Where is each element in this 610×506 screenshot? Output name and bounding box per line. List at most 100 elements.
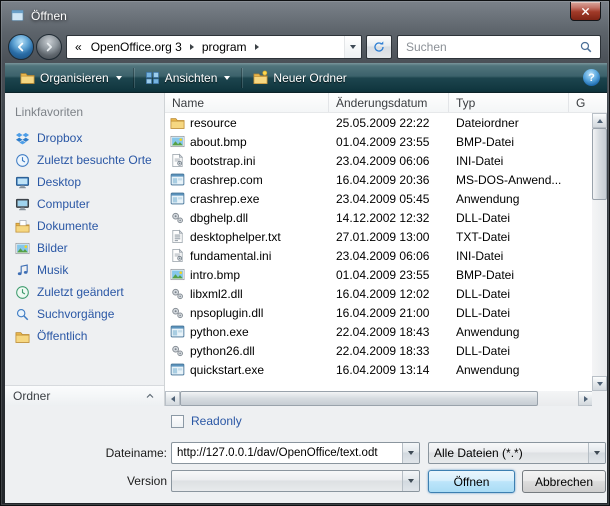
file-row[interactable]: quickstart.exe 16.04.2009 13:14 Anwendun… bbox=[165, 360, 592, 379]
file-row[interactable]: intro.bmp 01.04.2009 23:55 BMP-Datei bbox=[165, 265, 592, 284]
sidebar-item-music[interactable]: Musik bbox=[5, 259, 164, 281]
views-button[interactable]: Ansichten bbox=[137, 66, 239, 90]
breadcrumb-separator-icon[interactable] bbox=[255, 44, 259, 50]
desktop-icon bbox=[15, 175, 30, 190]
file-row[interactable]: python26.dll 22.04.2009 18:33 DLL-Datei bbox=[165, 341, 592, 360]
file-row[interactable]: crashrep.com 16.04.2009 20:36 MS-DOS-Anw… bbox=[165, 170, 592, 189]
scroll-right-button[interactable] bbox=[578, 391, 593, 406]
file-type: Anwendung bbox=[449, 325, 569, 339]
file-modified-date: 27.01.2009 13:00 bbox=[329, 230, 449, 244]
filename-combobox[interactable]: http://127.0.0.1/dav/OpenOffice/text.odt bbox=[171, 442, 420, 464]
titlebar[interactable]: Öffnen bbox=[1, 1, 609, 31]
organize-icon bbox=[20, 70, 35, 85]
scroll-left-button[interactable] bbox=[165, 391, 180, 406]
file-name: about.bmp bbox=[190, 135, 247, 149]
organize-button[interactable]: Organisieren bbox=[12, 66, 130, 90]
file-row[interactable]: python.exe 22.04.2009 18:43 Anwendung bbox=[165, 322, 592, 341]
file-name: python26.dll bbox=[190, 344, 255, 358]
sidebar-item-documents[interactable]: Dokumente bbox=[5, 215, 164, 237]
filelist-header: Name Änderungsdatum Typ G bbox=[165, 93, 607, 113]
file-row[interactable]: desktophelper.txt 27.01.2009 13:00 TXT-D… bbox=[165, 227, 592, 246]
folders-expander[interactable]: Ordner bbox=[5, 385, 164, 406]
filetype-combobox[interactable]: Alle Dateien (*.*) bbox=[428, 442, 606, 464]
search-icon bbox=[579, 40, 593, 54]
filetype-dropdown-button[interactable] bbox=[588, 443, 605, 463]
version-combobox[interactable] bbox=[171, 470, 420, 492]
file-row[interactable]: crashrep.exe 23.04.2009 05:45 Anwendung bbox=[165, 189, 592, 208]
file-row[interactable]: bootstrap.ini 23.04.2009 06:06 INI-Datei bbox=[165, 151, 592, 170]
scroll-down-button[interactable] bbox=[592, 376, 607, 391]
readonly-label[interactable]: Readonly bbox=[191, 414, 242, 428]
version-dropdown-button[interactable] bbox=[402, 471, 419, 491]
folder-icon bbox=[170, 115, 185, 130]
app-icon bbox=[170, 324, 185, 339]
computer-icon bbox=[15, 197, 30, 212]
search-input[interactable]: Suchen bbox=[397, 35, 601, 59]
sidebar-item-computer[interactable]: Computer bbox=[5, 193, 164, 215]
music-icon bbox=[15, 263, 30, 278]
file-row[interactable]: resource 25.05.2009 22:22 Dateiordner bbox=[165, 113, 592, 132]
horizontal-scroll-thumb[interactable] bbox=[180, 391, 538, 406]
refresh-button[interactable] bbox=[366, 35, 392, 59]
sidebar-item-pictures[interactable]: Bilder bbox=[5, 237, 164, 259]
file-type: MS-DOS-Anwend... bbox=[449, 173, 569, 187]
window-title: Öffnen bbox=[31, 9, 67, 23]
readonly-checkbox[interactable] bbox=[171, 415, 184, 428]
file-type: DLL-Datei bbox=[449, 306, 569, 320]
breadcrumb-separator-icon[interactable] bbox=[190, 44, 194, 50]
file-row[interactable]: npsoplugin.dll 16.04.2009 21:00 DLL-Date… bbox=[165, 303, 592, 322]
file-row[interactable]: libxml2.dll 16.04.2009 12:02 DLL-Datei bbox=[165, 284, 592, 303]
triangle-up-icon bbox=[597, 119, 603, 123]
chevron-down-icon bbox=[594, 451, 600, 455]
file-type: Anwendung bbox=[449, 363, 569, 377]
file-row[interactable]: about.bmp 01.04.2009 23:55 BMP-Datei bbox=[165, 132, 592, 151]
help-button[interactable]: ? bbox=[583, 69, 600, 86]
file-modified-date: 25.05.2009 22:22 bbox=[329, 116, 449, 130]
file-name: intro.bmp bbox=[190, 268, 240, 282]
dialog-client-area: Organisieren Ansichten Neuer Ordner ? Li… bbox=[5, 63, 607, 503]
address-dropdown-button[interactable] bbox=[344, 36, 361, 58]
column-header-type[interactable]: Typ bbox=[449, 93, 569, 112]
breadcrumb-overflow-button[interactable]: « bbox=[67, 40, 86, 54]
file-name: resource bbox=[190, 116, 237, 130]
column-header-size[interactable]: G bbox=[569, 93, 607, 112]
chevron-down-icon bbox=[408, 451, 414, 455]
toolbar-separator bbox=[241, 68, 242, 88]
column-header-date[interactable]: Änderungsdatum bbox=[329, 93, 449, 112]
file-row[interactable]: fundamental.ini 23.04.2009 06:06 INI-Dat… bbox=[165, 246, 592, 265]
back-button[interactable] bbox=[8, 34, 34, 60]
sidebar-item-recent-changes[interactable]: Zuletzt geändert bbox=[5, 281, 164, 303]
sidebar-item-recent-places[interactable]: Zuletzt besuchte Orte bbox=[5, 149, 164, 171]
breadcrumb-item[interactable]: OpenOffice.org 3 bbox=[86, 40, 187, 54]
recent-places-icon bbox=[15, 153, 30, 168]
vertical-scroll-thumb[interactable] bbox=[592, 128, 607, 200]
cancel-button[interactable]: Abbrechen bbox=[522, 470, 606, 493]
app-icon bbox=[170, 362, 185, 377]
app-icon bbox=[170, 191, 185, 206]
forward-button[interactable] bbox=[36, 34, 62, 60]
filename-value[interactable]: http://127.0.0.1/dav/OpenOffice/text.odt bbox=[172, 447, 402, 459]
organize-label: Organisieren bbox=[40, 71, 109, 85]
address-bar[interactable]: « OpenOffice.org 3 program bbox=[66, 35, 362, 59]
sidebar-item-desktop[interactable]: Desktop bbox=[5, 171, 164, 193]
file-name: fundamental.ini bbox=[190, 249, 271, 263]
sidebar-item-public[interactable]: Öffentlich bbox=[5, 325, 164, 347]
open-button[interactable]: Öffnen bbox=[428, 470, 515, 493]
scroll-up-button[interactable] bbox=[592, 113, 607, 128]
file-row[interactable]: dbghelp.dll 14.12.2002 12:32 DLL-Datei bbox=[165, 208, 592, 227]
new-folder-button[interactable]: Neuer Ordner bbox=[245, 66, 354, 90]
file-modified-date: 16.04.2009 12:02 bbox=[329, 287, 449, 301]
sidebar-items: Dropbox Zuletzt besuchte Orte Desktop Co… bbox=[5, 127, 164, 347]
triangle-right-icon bbox=[584, 396, 588, 402]
vertical-scrollbar[interactable] bbox=[592, 113, 607, 391]
file-type: DLL-Datei bbox=[449, 287, 569, 301]
breadcrumb-item[interactable]: program bbox=[197, 40, 252, 54]
sidebar-item-dropbox[interactable]: Dropbox bbox=[5, 127, 164, 149]
horizontal-scrollbar[interactable] bbox=[165, 391, 593, 406]
refresh-icon bbox=[372, 40, 386, 54]
column-header-name[interactable]: Name bbox=[165, 93, 329, 112]
filename-dropdown-button[interactable] bbox=[402, 443, 419, 463]
sidebar-item-searches[interactable]: Suchvorgänge bbox=[5, 303, 164, 325]
close-button[interactable] bbox=[570, 2, 601, 21]
breadcrumb: OpenOffice.org 3 program bbox=[86, 36, 262, 58]
